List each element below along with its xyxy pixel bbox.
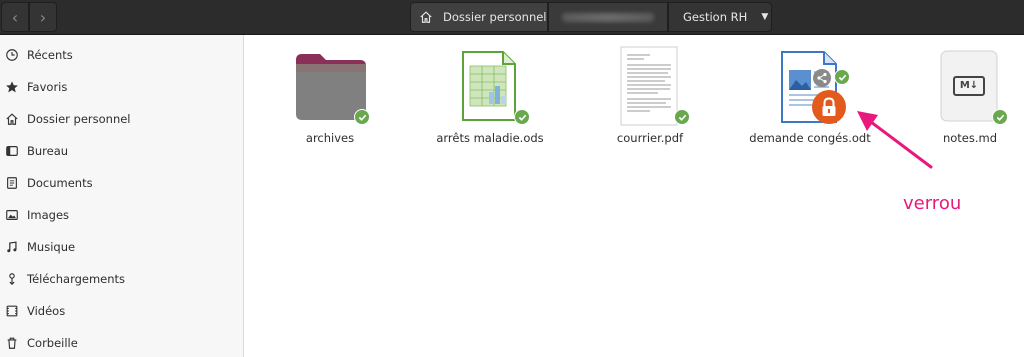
sync-check-icon xyxy=(992,109,1008,125)
sidebar-item-label: Corbeille xyxy=(27,336,78,350)
sidebar-item-telechargements[interactable]: Téléchargements xyxy=(0,263,244,295)
breadcrumb-current-label: Gestion RH xyxy=(683,10,748,24)
breadcrumb-redacted[interactable] xyxy=(548,2,668,32)
file-name: archives xyxy=(305,131,355,145)
file-item-archives[interactable]: archives xyxy=(260,42,400,152)
forward-button[interactable]: › xyxy=(29,2,57,32)
breadcrumb-current[interactable]: Gestion RH ▼ xyxy=(668,2,772,32)
home-icon xyxy=(6,113,18,125)
file-item-courrier[interactable]: courrier.pdf xyxy=(580,42,720,152)
chevron-right-icon: › xyxy=(39,7,47,27)
sidebar-item-musique[interactable]: Musique xyxy=(0,231,244,263)
dropdown-arrow-icon[interactable]: ▼ xyxy=(761,12,768,22)
video-icon xyxy=(6,305,18,317)
sidebar-item-label: Téléchargements xyxy=(27,272,126,286)
breadcrumb-home[interactable]: Dossier personnel xyxy=(410,2,548,32)
sync-check-icon xyxy=(514,109,530,125)
document-icon xyxy=(7,177,17,189)
sidebar: Récents Favoris Dossier personnel Bureau… xyxy=(0,35,244,357)
annotation-label: verrou xyxy=(903,193,962,214)
chevron-left-icon: ‹ xyxy=(11,7,19,27)
file-name: arrêts maladie.ods xyxy=(436,131,544,145)
sync-check-icon xyxy=(354,109,370,125)
sync-check-icon xyxy=(834,69,850,85)
sidebar-item-images[interactable]: Images xyxy=(0,199,244,231)
sidebar-item-label: Bureau xyxy=(27,144,69,158)
sync-check-icon xyxy=(674,109,690,125)
music-icon xyxy=(7,241,17,253)
sidebar-item-bureau[interactable]: Bureau xyxy=(0,135,244,167)
desktop-icon xyxy=(6,146,18,156)
lock-icon xyxy=(812,90,846,124)
annotation-arrow xyxy=(857,111,933,169)
pdf-icon xyxy=(620,46,678,126)
sidebar-item-label: Documents xyxy=(27,176,93,190)
sidebar-item-label: Vidéos xyxy=(27,304,66,318)
star-icon xyxy=(6,81,18,93)
markdown-badge: M↓ xyxy=(959,80,979,91)
share-icon xyxy=(813,69,831,87)
sidebar-item-label: Images xyxy=(27,208,70,222)
spreadsheet-icon xyxy=(462,51,516,121)
sidebar-item-home[interactable]: Dossier personnel xyxy=(0,103,244,135)
redacted-text xyxy=(562,12,654,22)
breadcrumb: Dossier personnel Gestion RH ▼ xyxy=(410,2,772,32)
download-icon xyxy=(9,273,15,286)
image-icon xyxy=(6,210,18,220)
header-bar: ‹ › Dossier personnel Gestion RH ▼ xyxy=(0,0,1024,35)
file-item-arrets-maladie[interactable]: arrêts maladie.ods xyxy=(420,42,560,152)
breadcrumb-home-label: Dossier personnel xyxy=(443,10,547,24)
home-icon xyxy=(420,11,432,23)
sidebar-item-label: Dossier personnel xyxy=(27,112,131,126)
clock-icon xyxy=(6,49,18,61)
sidebar-item-recents[interactable]: Récents xyxy=(0,39,244,71)
sidebar-item-favoris[interactable]: Favoris xyxy=(0,71,244,103)
sidebar-item-corbeille[interactable]: Corbeille xyxy=(0,327,244,357)
file-name: courrier.pdf xyxy=(616,131,684,145)
sidebar-item-label: Favoris xyxy=(27,80,68,94)
trash-icon xyxy=(7,337,17,349)
sidebar-item-label: Musique xyxy=(27,240,76,254)
sidebar-item-documents[interactable]: Documents xyxy=(0,167,244,199)
sidebar-item-label: Récents xyxy=(27,48,73,62)
back-button[interactable]: ‹ xyxy=(1,2,29,32)
sidebar-item-videos[interactable]: Vidéos xyxy=(0,295,244,327)
